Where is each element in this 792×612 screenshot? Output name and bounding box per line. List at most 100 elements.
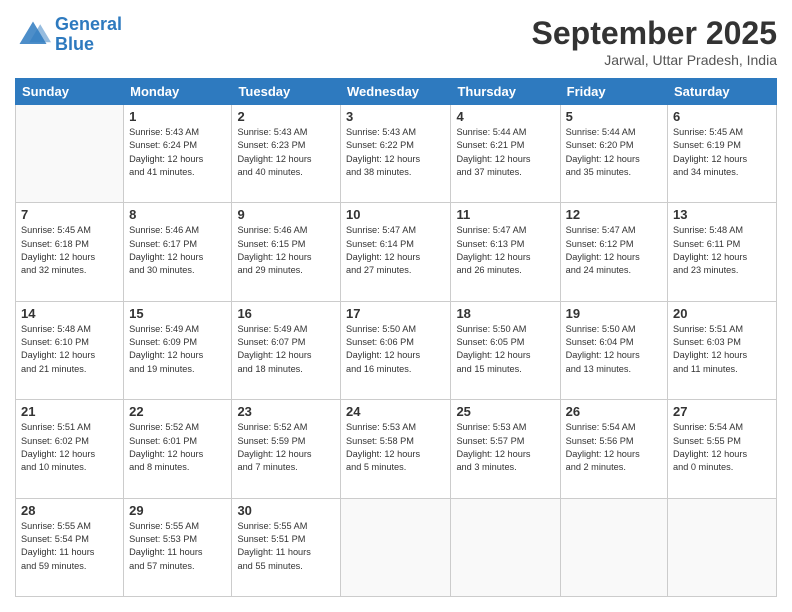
- day-info: Sunrise: 5:54 AMSunset: 5:56 PMDaylight:…: [566, 421, 662, 474]
- week-row-2: 7 Sunrise: 5:45 AMSunset: 6:18 PMDaylight…: [16, 203, 777, 301]
- day-number: 5: [566, 109, 662, 124]
- weekday-wednesday: Wednesday: [341, 79, 451, 105]
- day-info: Sunrise: 5:43 AMSunset: 6:22 PMDaylight:…: [346, 126, 445, 179]
- day-number: 28: [21, 503, 118, 518]
- calendar-cell: 5 Sunrise: 5:44 AMSunset: 6:20 PMDaylight…: [560, 105, 667, 203]
- calendar-cell: [560, 498, 667, 596]
- calendar-cell: 11Sunrise: 5:47 AMSunset: 6:13 PMDayligh…: [451, 203, 560, 301]
- calendar-cell: 25 Sunrise: 5:53 AMSunset: 5:57 PMDayligh…: [451, 400, 560, 498]
- calendar-cell: 19Sunrise: 5:50 AMSunset: 6:04 PMDayligh…: [560, 301, 667, 399]
- day-number: 23: [237, 404, 335, 419]
- week-row-5: 28 Sunrise: 5:55 AMSunset: 5:54 PMDayligh…: [16, 498, 777, 596]
- weekday-thursday: Thursday: [451, 79, 560, 105]
- day-info: Sunrise: 5:45 AMSunset: 6:18 PMDaylight:…: [21, 224, 118, 277]
- day-info: Sunrise: 5:53 AMSunset: 5:58 PMDaylight:…: [346, 421, 445, 474]
- day-number: 18: [456, 306, 554, 321]
- calendar-cell: 18 Sunrise: 5:50 AMSunset: 6:05 PMDayligh…: [451, 301, 560, 399]
- calendar-cell: 3 Sunrise: 5:43 AMSunset: 6:22 PMDaylight…: [341, 105, 451, 203]
- week-row-3: 14 Sunrise: 5:48 AMSunset: 6:10 PMDayligh…: [16, 301, 777, 399]
- day-info: Sunrise: 5:49 AMSunset: 6:09 PMDaylight:…: [129, 323, 226, 376]
- calendar-cell: 8 Sunrise: 5:46 AMSunset: 6:17 PMDaylight…: [124, 203, 232, 301]
- day-info: Sunrise: 5:55 AMSunset: 5:54 PMDaylight:…: [21, 520, 118, 573]
- day-info: Sunrise: 5:51 AMSunset: 6:03 PMDaylight:…: [673, 323, 771, 376]
- calendar-cell: 20 Sunrise: 5:51 AMSunset: 6:03 PMDayligh…: [668, 301, 777, 399]
- day-info: Sunrise: 5:48 AMSunset: 6:11 PMDaylight:…: [673, 224, 771, 277]
- day-info: Sunrise: 5:49 AMSunset: 6:07 PMDaylight:…: [237, 323, 335, 376]
- calendar-cell: 27 Sunrise: 5:54 AMSunset: 5:55 PMDayligh…: [668, 400, 777, 498]
- day-number: 30: [237, 503, 335, 518]
- weekday-monday: Monday: [124, 79, 232, 105]
- day-number: 4: [456, 109, 554, 124]
- calendar-cell: 24 Sunrise: 5:53 AMSunset: 5:58 PMDayligh…: [341, 400, 451, 498]
- calendar-cell: 7 Sunrise: 5:45 AMSunset: 6:18 PMDaylight…: [16, 203, 124, 301]
- day-number: 27: [673, 404, 771, 419]
- day-info: Sunrise: 5:53 AMSunset: 5:57 PMDaylight:…: [456, 421, 554, 474]
- calendar-cell: 12Sunrise: 5:47 AMSunset: 6:12 PMDayligh…: [560, 203, 667, 301]
- day-number: 25: [456, 404, 554, 419]
- month-title: September 2025: [532, 15, 777, 52]
- day-info: Sunrise: 5:52 AMSunset: 5:59 PMDaylight:…: [237, 421, 335, 474]
- day-number: 24: [346, 404, 445, 419]
- calendar-cell: 28 Sunrise: 5:55 AMSunset: 5:54 PMDayligh…: [16, 498, 124, 596]
- day-info: Sunrise: 5:46 AMSunset: 6:17 PMDaylight:…: [129, 224, 226, 277]
- calendar-cell: [16, 105, 124, 203]
- day-info: Sunrise: 5:50 AMSunset: 6:06 PMDaylight:…: [346, 323, 445, 376]
- calendar-cell: 13 Sunrise: 5:48 AMSunset: 6:11 PMDayligh…: [668, 203, 777, 301]
- calendar-cell: [451, 498, 560, 596]
- calendar-cell: [341, 498, 451, 596]
- day-info: Sunrise: 5:50 AMSunset: 6:05 PMDaylight:…: [456, 323, 554, 376]
- day-number: 3: [346, 109, 445, 124]
- day-number: 20: [673, 306, 771, 321]
- weekday-friday: Friday: [560, 79, 667, 105]
- day-number: 21: [21, 404, 118, 419]
- calendar-cell: 30 Sunrise: 5:55 AMSunset: 5:51 PMDayligh…: [232, 498, 341, 596]
- day-info: Sunrise: 5:44 AMSunset: 6:20 PMDaylight:…: [566, 126, 662, 179]
- logo: General Blue: [15, 15, 122, 55]
- day-info: Sunrise: 5:47 AMSunset: 6:14 PMDaylight:…: [346, 224, 445, 277]
- day-info: Sunrise: 5:47 AMSunset: 6:12 PMDaylight:…: [566, 224, 662, 277]
- calendar-cell: 2Sunrise: 5:43 AMSunset: 6:23 PMDaylight…: [232, 105, 341, 203]
- calendar-body: 1 Sunrise: 5:43 AMSunset: 6:24 PMDaylight…: [16, 105, 777, 597]
- calendar: SundayMondayTuesdayWednesdayThursdayFrid…: [15, 78, 777, 597]
- day-number: 7: [21, 207, 118, 222]
- calendar-cell: 22 Sunrise: 5:52 AMSunset: 6:01 PMDayligh…: [124, 400, 232, 498]
- day-info: Sunrise: 5:43 AMSunset: 6:24 PMDaylight:…: [129, 126, 226, 179]
- calendar-cell: 16Sunrise: 5:49 AMSunset: 6:07 PMDayligh…: [232, 301, 341, 399]
- day-info: Sunrise: 5:54 AMSunset: 5:55 PMDaylight:…: [673, 421, 771, 474]
- day-number: 8: [129, 207, 226, 222]
- day-info: Sunrise: 5:45 AMSunset: 6:19 PMDaylight:…: [673, 126, 771, 179]
- calendar-cell: [668, 498, 777, 596]
- calendar-cell: 9Sunrise: 5:46 AMSunset: 6:15 PMDaylight…: [232, 203, 341, 301]
- weekday-sunday: Sunday: [16, 79, 124, 105]
- calendar-cell: 17 Sunrise: 5:50 AMSunset: 6:06 PMDayligh…: [341, 301, 451, 399]
- day-info: Sunrise: 5:43 AMSunset: 6:23 PMDaylight:…: [237, 126, 335, 179]
- calendar-cell: 10 Sunrise: 5:47 AMSunset: 6:14 PMDayligh…: [341, 203, 451, 301]
- calendar-cell: 6Sunrise: 5:45 AMSunset: 6:19 PMDaylight…: [668, 105, 777, 203]
- calendar-cell: 23 Sunrise: 5:52 AMSunset: 5:59 PMDayligh…: [232, 400, 341, 498]
- day-info: Sunrise: 5:52 AMSunset: 6:01 PMDaylight:…: [129, 421, 226, 474]
- calendar-cell: 21Sunrise: 5:51 AMSunset: 6:02 PMDayligh…: [16, 400, 124, 498]
- day-info: Sunrise: 5:50 AMSunset: 6:04 PMDaylight:…: [566, 323, 662, 376]
- calendar-cell: 26Sunrise: 5:54 AMSunset: 5:56 PMDayligh…: [560, 400, 667, 498]
- week-row-1: 1 Sunrise: 5:43 AMSunset: 6:24 PMDaylight…: [16, 105, 777, 203]
- day-number: 17: [346, 306, 445, 321]
- calendar-cell: 4 Sunrise: 5:44 AMSunset: 6:21 PMDaylight…: [451, 105, 560, 203]
- day-info: Sunrise: 5:44 AMSunset: 6:21 PMDaylight:…: [456, 126, 554, 179]
- weekday-tuesday: Tuesday: [232, 79, 341, 105]
- title-block: September 2025 Jarwal, Uttar Pradesh, In…: [532, 15, 777, 68]
- day-number: 11: [456, 207, 554, 222]
- day-number: 14: [21, 306, 118, 321]
- weekday-saturday: Saturday: [668, 79, 777, 105]
- day-number: 29: [129, 503, 226, 518]
- day-number: 15: [129, 306, 226, 321]
- day-number: 10: [346, 207, 445, 222]
- day-info: Sunrise: 5:55 AMSunset: 5:51 PMDaylight:…: [237, 520, 335, 573]
- day-info: Sunrise: 5:48 AMSunset: 6:10 PMDaylight:…: [21, 323, 118, 376]
- day-number: 1: [129, 109, 226, 124]
- location-title: Jarwal, Uttar Pradesh, India: [532, 52, 777, 68]
- week-row-4: 21Sunrise: 5:51 AMSunset: 6:02 PMDayligh…: [16, 400, 777, 498]
- day-number: 22: [129, 404, 226, 419]
- day-number: 9: [237, 207, 335, 222]
- day-number: 13: [673, 207, 771, 222]
- header: General Blue September 2025 Jarwal, Utta…: [15, 15, 777, 68]
